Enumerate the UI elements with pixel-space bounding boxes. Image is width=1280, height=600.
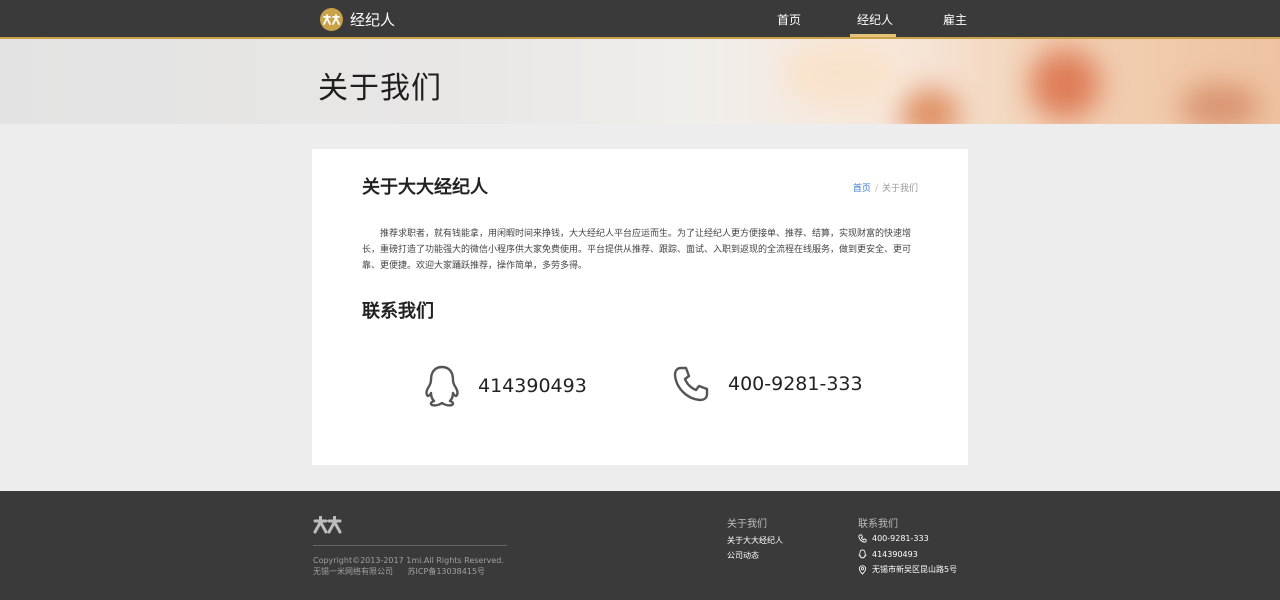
footer-link-news[interactable]: 公司动态 [727,550,759,561]
phone-number: 400-9281-333 [728,373,863,395]
footer-about-title: 关于我们 [727,519,767,530]
icp-number: 苏ICP备13038415号 [407,567,486,576]
brand-logo[interactable]: 经纪人 [320,8,395,31]
phone-icon [858,534,867,543]
phone-icon [673,366,709,402]
qq-number: 414390493 [478,375,587,397]
footer-address: 无锡市新吴区昆山路5号 [858,564,957,575]
breadcrumb: 首页 / 关于我们 [853,181,918,194]
hero-decoration [1180,84,1260,124]
logo-icon [320,8,343,31]
footer-address-text: 无锡市新吴区昆山路5号 [872,565,958,574]
hero-decoration [900,89,960,124]
company-name: 无锡一米网络有限公司 [313,567,393,576]
contact-qq: 414390493 [424,365,587,407]
site-footer: Copyright©2013-2017 1mi.All Rights Reser… [0,491,1280,600]
breadcrumb-current: 关于我们 [881,184,918,194]
nav-home[interactable]: 首页 [777,11,801,28]
footer-contact-title: 联系我们 [858,519,898,530]
footer-qq-number: 414390493 [872,549,918,559]
copyright-text: Copyright©2013-2017 1mi.All Rights Reser… [313,556,504,565]
nav-employer[interactable]: 雇主 [943,11,967,28]
about-card: 关于大大经纪人 首页 / 关于我们 推荐求职者，就有钱能拿，用闲暇时间来挣钱，大大经… [312,149,968,465]
hero-banner: 关于我们 [0,39,1280,124]
footer-phone: 400-9281-333 [858,534,929,543]
hero-decoration [1030,49,1100,119]
page-title: 关于我们 [318,71,442,106]
about-title: 关于大大经纪人 [362,177,488,198]
qq-icon [425,365,459,407]
footer-qq: 414390493 [858,549,918,559]
nav-active-indicator [850,34,896,37]
hero-decoration [780,39,900,109]
breadcrumb-separator: / [874,184,878,194]
footer-link-about[interactable]: 关于大大经纪人 [727,535,783,546]
contact-phone: 400-9281-333 [672,365,863,403]
brand-name: 经纪人 [350,11,396,29]
breadcrumb-home-link[interactable]: 首页 [853,184,871,194]
footer-copyright: Copyright©2013-2017 1mi.All Rights Reser… [313,555,504,577]
top-nav-bar: 经纪人 首页 经纪人 雇主 [0,0,1280,39]
nav-broker[interactable]: 经纪人 [857,11,893,28]
location-pin-icon [858,564,867,575]
footer-logo-icon [313,516,342,534]
contact-title: 联系我们 [362,301,434,322]
qq-icon [858,549,867,559]
footer-divider [313,545,507,546]
footer-phone-number: 400-9281-333 [872,534,929,543]
about-intro-text: 推荐求职者，就有钱能拿，用闲暇时间来挣钱，大大经纪人平台应运而生。为了让经纪人更… [362,229,912,271]
